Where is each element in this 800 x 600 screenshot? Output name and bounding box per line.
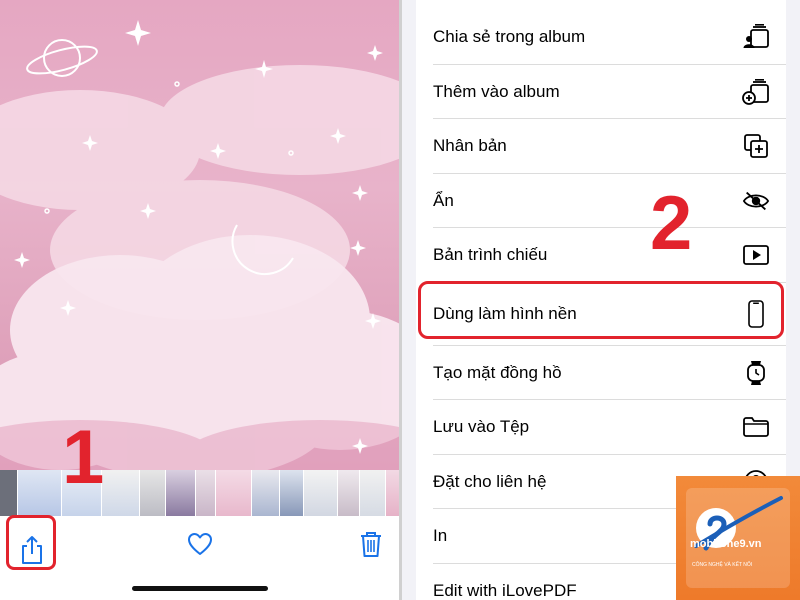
menu-top-edge (416, 0, 786, 10)
menu-item-slideshow[interactable]: Bản trình chiếu (416, 228, 786, 283)
menu-item-save-to-files[interactable]: Lưu vào Tệp (416, 400, 786, 455)
thumbnail-current[interactable] (216, 470, 252, 516)
menu-item-duplicate[interactable]: Nhân bản (416, 119, 786, 174)
step-number-1: 1 (62, 415, 105, 500)
photo-toolbar (0, 516, 400, 600)
thumbnail[interactable] (338, 470, 360, 516)
delete-button[interactable] (354, 524, 388, 564)
thumbnail[interactable] (280, 470, 304, 516)
thumbnail[interactable] (304, 470, 338, 516)
hide-eye-icon (742, 187, 770, 215)
thumbnail[interactable] (0, 470, 18, 516)
thumbnail[interactable] (166, 470, 196, 516)
thumbnail-strip[interactable] (0, 470, 400, 516)
thumbnail[interactable] (140, 470, 166, 516)
slideshow-play-icon (742, 241, 770, 269)
thumbnail[interactable] (102, 470, 140, 516)
shared-album-icon (742, 23, 770, 51)
menu-item-add-to-album[interactable]: Thêm vào album (416, 65, 786, 120)
add-to-album-icon (742, 78, 770, 106)
trash-icon (361, 532, 381, 557)
pink-sky-illustration (0, 20, 400, 470)
share-button-highlight (6, 515, 56, 570)
photo-preview (0, 0, 400, 470)
menu-item-label: Chia sẻ trong album (433, 27, 586, 47)
duplicate-icon (742, 132, 770, 160)
menu-item-label: Thêm vào album (433, 81, 560, 101)
mobifone9-logo: mobifone9.vn CÔNG NGHỆ VÀ KẾT NỐI (676, 476, 800, 600)
menu-item-label: Bản trình chiếu (433, 245, 548, 265)
menu-item-shared-album[interactable]: Chia sẻ trong album (416, 10, 786, 65)
wallpaper-option-highlight (418, 281, 784, 339)
thumbnail[interactable] (360, 470, 386, 516)
step-number-2: 2 (650, 181, 693, 266)
photo-viewer (0, 0, 400, 600)
thumbnail[interactable] (18, 470, 62, 516)
favorite-button[interactable] (184, 526, 216, 562)
logo-wordmark: mobifone9.vn (690, 538, 762, 550)
thumbnail[interactable] (252, 470, 280, 516)
menu-item-label: Lưu vào Tệp (433, 417, 530, 437)
home-indicator (132, 586, 268, 591)
menu-item-label: Nhân bản (433, 136, 507, 156)
menu-item-label: Tạo mặt đồng hồ (433, 362, 562, 382)
folder-icon (742, 413, 770, 441)
thumbnail[interactable] (386, 470, 400, 516)
menu-item-create-watch-face[interactable]: Tạo mặt đồng hồ (416, 346, 786, 401)
menu-item-label: Ẩn (433, 190, 454, 210)
watch-face-icon (742, 359, 770, 387)
menu-item-hide[interactable]: Ẩn (416, 174, 786, 229)
heart-icon (188, 533, 212, 555)
logo-tagline: CÔNG NGHỆ VÀ KẾT NỐI (692, 562, 753, 568)
thumbnail[interactable] (196, 470, 216, 516)
